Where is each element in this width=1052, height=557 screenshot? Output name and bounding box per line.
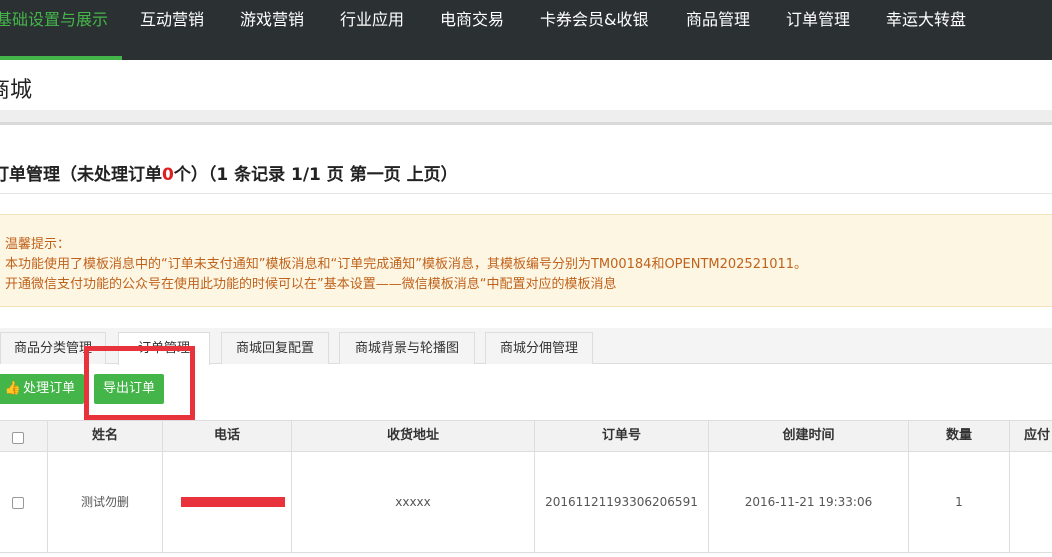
nav-item-interactive-marketing[interactable]: 互动营销 [140,0,204,60]
header-payable: 应付 [1024,428,1051,443]
process-orders-label: 处理订单 [23,381,76,396]
column-divider [708,420,709,553]
nav-active-indicator [0,56,122,60]
column-divider [908,420,909,553]
cell-address: xxxxx [395,495,431,509]
nav-item-basic-settings[interactable]: 基础设置与展示 [0,0,108,60]
notice-line-2: 开通微信支付功能的公众号在使用此功能的时候可以在”基本设置——微信模板消息“中配… [5,277,617,292]
column-divider [1009,420,1010,553]
column-divider [291,420,292,553]
nav-item-ecommerce[interactable]: 电商交易 [440,0,504,60]
order-heading: 订单管理（未处理订单0个）（1 条记录 1/1 页 第一页 上页） [0,160,458,185]
unprocessed-count: 0 [162,165,174,185]
nav-item-lucky-wheel[interactable]: 幸运大转盘 [886,0,966,60]
notice-title: 温馨提示： [5,237,71,252]
notice-line-1: 本功能使用了模板消息中的“订单未支付通知”模板消息和“订单完成通知”模板消息，其… [5,257,808,272]
process-orders-button[interactable]: 👍 处理订单 [0,374,84,404]
heading-divider [0,193,1052,194]
nav-item-cards-members[interactable]: 卡券会员&收银 [540,0,648,60]
page-title: 商城 [0,78,33,103]
nav-item-industry-apps[interactable]: 行业应用 [340,0,404,60]
header-name: 姓名 [91,428,118,443]
nav-item-game-marketing[interactable]: 游戏营销 [240,0,304,60]
cell-name: 测试勿删 [80,495,129,509]
notice-box: 温馨提示： 本功能使用了模板消息中的“订单未支付通知”模板消息和“订单完成通知”… [0,214,1052,307]
header-created-time: 创建时间 [782,428,835,443]
title-divider-line [0,122,1052,125]
nav-item-order-management[interactable]: 订单管理 [786,0,850,60]
header-phone: 电话 [213,428,240,443]
highlight-annotation [84,346,195,420]
header-quantity: 数量 [945,428,972,443]
column-divider [47,420,48,553]
header-address: 收货地址 [386,428,439,443]
header-order-number: 订单号 [601,428,641,443]
order-heading-prefix: 订单管理（未处理订单 [0,165,162,185]
cell-order-number: 20161121193306206591 [545,495,698,509]
tab-reply-config[interactable]: 商城回复配置 [221,332,329,364]
column-divider [162,420,163,553]
nav-item-product-management[interactable]: 商品管理 [686,0,750,60]
tab-background-carousel[interactable]: 商城背景与轮播图 [339,332,475,364]
column-divider [534,420,535,553]
table-row-divider [0,552,1052,553]
cell-quantity: 1 [955,495,963,509]
cell-created-time: 2016-11-21 19:33:06 [744,495,873,509]
tab-commission-management[interactable]: 商城分佣管理 [485,332,593,364]
select-all-checkbox[interactable] [12,432,24,444]
top-nav: 基础设置与展示 互动营销 游戏营销 行业应用 电商交易 卡券会员&收银 商品管理… [0,0,1052,60]
thumbs-up-icon: 👍 [4,381,22,396]
phone-redaction [181,497,285,507]
title-divider [0,110,1052,122]
row-checkbox[interactable] [12,497,24,509]
order-heading-suffix: 个）（1 条记录 1/1 页 第一页 上页） [173,165,458,185]
